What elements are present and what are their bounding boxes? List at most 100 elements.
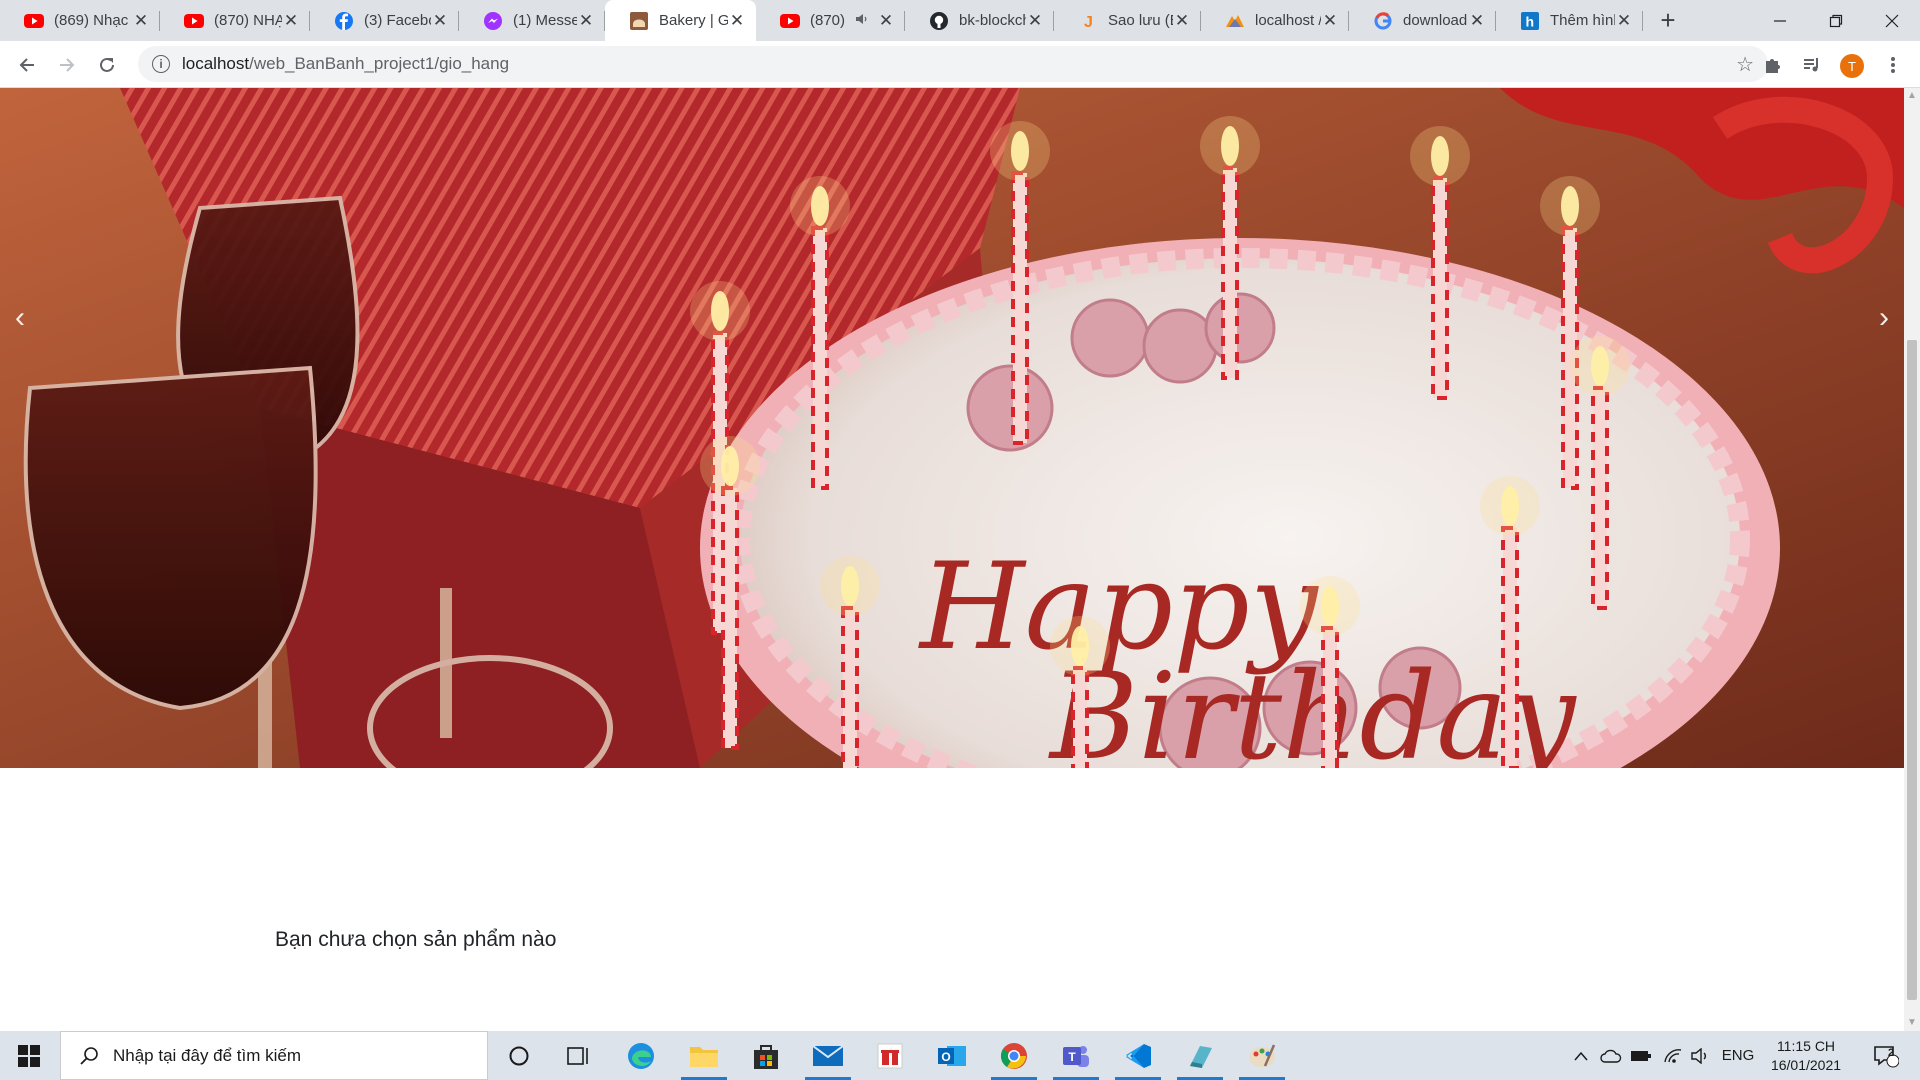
tab-close-icon[interactable]: ✕ [728, 11, 746, 31]
scroll-up-icon[interactable]: ▲ [1904, 88, 1920, 104]
back-button[interactable] [11, 49, 43, 81]
tab-close-icon[interactable]: ✕ [1026, 11, 1044, 31]
tab-title: localhost / [1255, 12, 1321, 29]
bookmark-star-icon[interactable]: ☆ [1736, 52, 1754, 77]
browser-tab[interactable]: Bakery | Giỏ✕ [605, 0, 756, 41]
tab-title: (869) Nhạc [54, 12, 129, 29]
arrow-left-icon [19, 58, 34, 72]
tab-close-icon[interactable]: ✕ [282, 11, 300, 31]
vscode-icon [1126, 1043, 1151, 1068]
arrow-right-icon [60, 58, 75, 72]
media-control-button[interactable] [1797, 50, 1827, 80]
tab-close-icon[interactable]: ✕ [1321, 11, 1339, 31]
taskbar-gift-app[interactable] [861, 1031, 919, 1080]
taskbar-store[interactable] [737, 1031, 795, 1080]
taskbar-search-box[interactable]: Nhập tại đây để tìm kiếm [60, 1031, 488, 1080]
browser-tab[interactable]: (870) NHẠC✕ [160, 0, 310, 41]
profile-avatar[interactable]: T [1840, 54, 1864, 78]
notification-count: 2 [1888, 1047, 1895, 1059]
input-language[interactable]: ENG [1718, 1031, 1758, 1080]
taskbar-vscode[interactable] [1109, 1031, 1167, 1080]
url-text[interactable]: localhost/web_BanBanh_project1/gio_hang [182, 54, 509, 74]
browser-tab[interactable]: h Thêm hình ✕ [1496, 0, 1643, 41]
scrollbar-thumb[interactable] [1907, 340, 1917, 1000]
clock-time: 11:15 CH [1776, 1038, 1836, 1054]
tab-close-icon[interactable]: ✕ [132, 11, 150, 31]
address-bar[interactable]: i localhost/web_BanBanh_project1/gio_han… [138, 46, 1768, 82]
browser-tab[interactable]: bk-blockchain✕ [905, 0, 1054, 41]
tab-close-icon[interactable]: ✕ [1468, 11, 1486, 31]
outlook-icon: O [938, 1045, 966, 1066]
volume-tray[interactable] [1688, 1031, 1714, 1080]
playlist-music-icon [1804, 58, 1818, 72]
tab-audio-icon[interactable] [855, 12, 869, 29]
carousel-prev-button[interactable]: ‹ [0, 288, 40, 348]
extensions-button[interactable] [1757, 50, 1787, 80]
cortana-button[interactable] [490, 1031, 548, 1080]
taskbar-mail[interactable] [799, 1031, 857, 1080]
svg-text:T: T [1068, 1050, 1076, 1064]
page-scrollbar[interactable]: ▲ ▼ [1904, 88, 1920, 1031]
tab-title: download [1403, 12, 1468, 29]
taskbar-search-placeholder: Nhập tại đây để tìm kiếm [113, 1045, 302, 1065]
show-hidden-icons-button[interactable] [1570, 1031, 1592, 1080]
windows-taskbar: Nhập tại đây để tìm kiếm O T ENG 11:15 C… [0, 1031, 1920, 1080]
chrome-icon [1000, 1042, 1027, 1069]
carousel-next-button[interactable]: › [1864, 288, 1904, 348]
browser-tab[interactable]: (869) Nhạc ✕ [0, 0, 160, 41]
browser-tab[interactable]: download ✕ [1349, 0, 1496, 41]
tab-close-icon[interactable]: ✕ [877, 11, 895, 31]
teams-icon: T [1063, 1045, 1089, 1067]
tab-title: (1) Messenger [513, 12, 577, 29]
search-icon [77, 1044, 101, 1068]
tab-close-icon[interactable]: ✕ [1615, 11, 1633, 31]
birthday-cake-image: Happy Birthday [0, 88, 1904, 768]
puzzle-icon [1766, 59, 1780, 73]
taskbar-edge[interactable] [612, 1031, 670, 1080]
task-view-icon [567, 1046, 588, 1065]
onedrive-tray[interactable] [1598, 1031, 1624, 1080]
site-info-icon[interactable]: i [152, 55, 170, 73]
minimize-window-button[interactable] [1752, 0, 1808, 41]
gift-icon [877, 1043, 903, 1068]
tab-title: Bakery | Giỏ [659, 12, 728, 29]
new-tab-button[interactable]: + [1654, 7, 1682, 35]
action-center-button[interactable]: 2 [1866, 1031, 1906, 1080]
browser-tab[interactable]: (1) Messenger✕ [459, 0, 605, 41]
clock-date: 16/01/2021 [1770, 1057, 1842, 1073]
book-app-icon [1190, 1045, 1212, 1068]
youtube-icon [184, 11, 204, 31]
taskbar-outlook[interactable]: O [923, 1031, 981, 1080]
browser-tab[interactable]: (870) ✕ [756, 0, 905, 41]
browser-menu-button[interactable] [1878, 50, 1908, 80]
browser-tab[interactable]: (3) Facebook✕ [310, 0, 459, 41]
wifi-icon [1664, 1048, 1682, 1063]
browser-tab[interactable]: J Sao lưu (B ✕ [1054, 0, 1201, 41]
taskbar-app-green[interactable] [1171, 1031, 1229, 1080]
restore-window-button[interactable] [1808, 0, 1864, 41]
taskbar-teams[interactable]: T [1047, 1031, 1105, 1080]
battery-tray[interactable] [1628, 1031, 1654, 1080]
browser-tab[interactable]: localhost / ✕ [1201, 0, 1349, 41]
close-window-button[interactable] [1864, 0, 1920, 41]
tab-separator [1642, 11, 1643, 31]
reload-button[interactable] [91, 49, 123, 81]
tab-title: bk-blockchain [959, 12, 1026, 29]
task-view-button[interactable] [550, 1031, 608, 1080]
close-icon [1885, 14, 1899, 27]
taskbar-paint[interactable] [1233, 1031, 1291, 1080]
start-button[interactable] [0, 1031, 58, 1080]
tab-title: (870) NHẠC [214, 12, 282, 29]
mail-icon [812, 1044, 844, 1066]
facebook-icon [334, 11, 354, 31]
tab-close-icon[interactable]: ✕ [1173, 11, 1191, 31]
taskbar-chrome[interactable] [985, 1031, 1043, 1080]
tab-close-icon[interactable]: ✕ [577, 11, 595, 31]
taskbar-file-explorer[interactable] [675, 1031, 733, 1080]
forward-button[interactable] [51, 49, 83, 81]
tab-close-icon[interactable]: ✕ [431, 11, 449, 31]
scroll-down-icon[interactable]: ▼ [1904, 1015, 1920, 1031]
taskbar-clock[interactable]: 11:15 CH 16/01/2021 [1756, 1037, 1856, 1075]
wifi-tray[interactable] [1660, 1031, 1686, 1080]
github-icon [929, 11, 949, 31]
